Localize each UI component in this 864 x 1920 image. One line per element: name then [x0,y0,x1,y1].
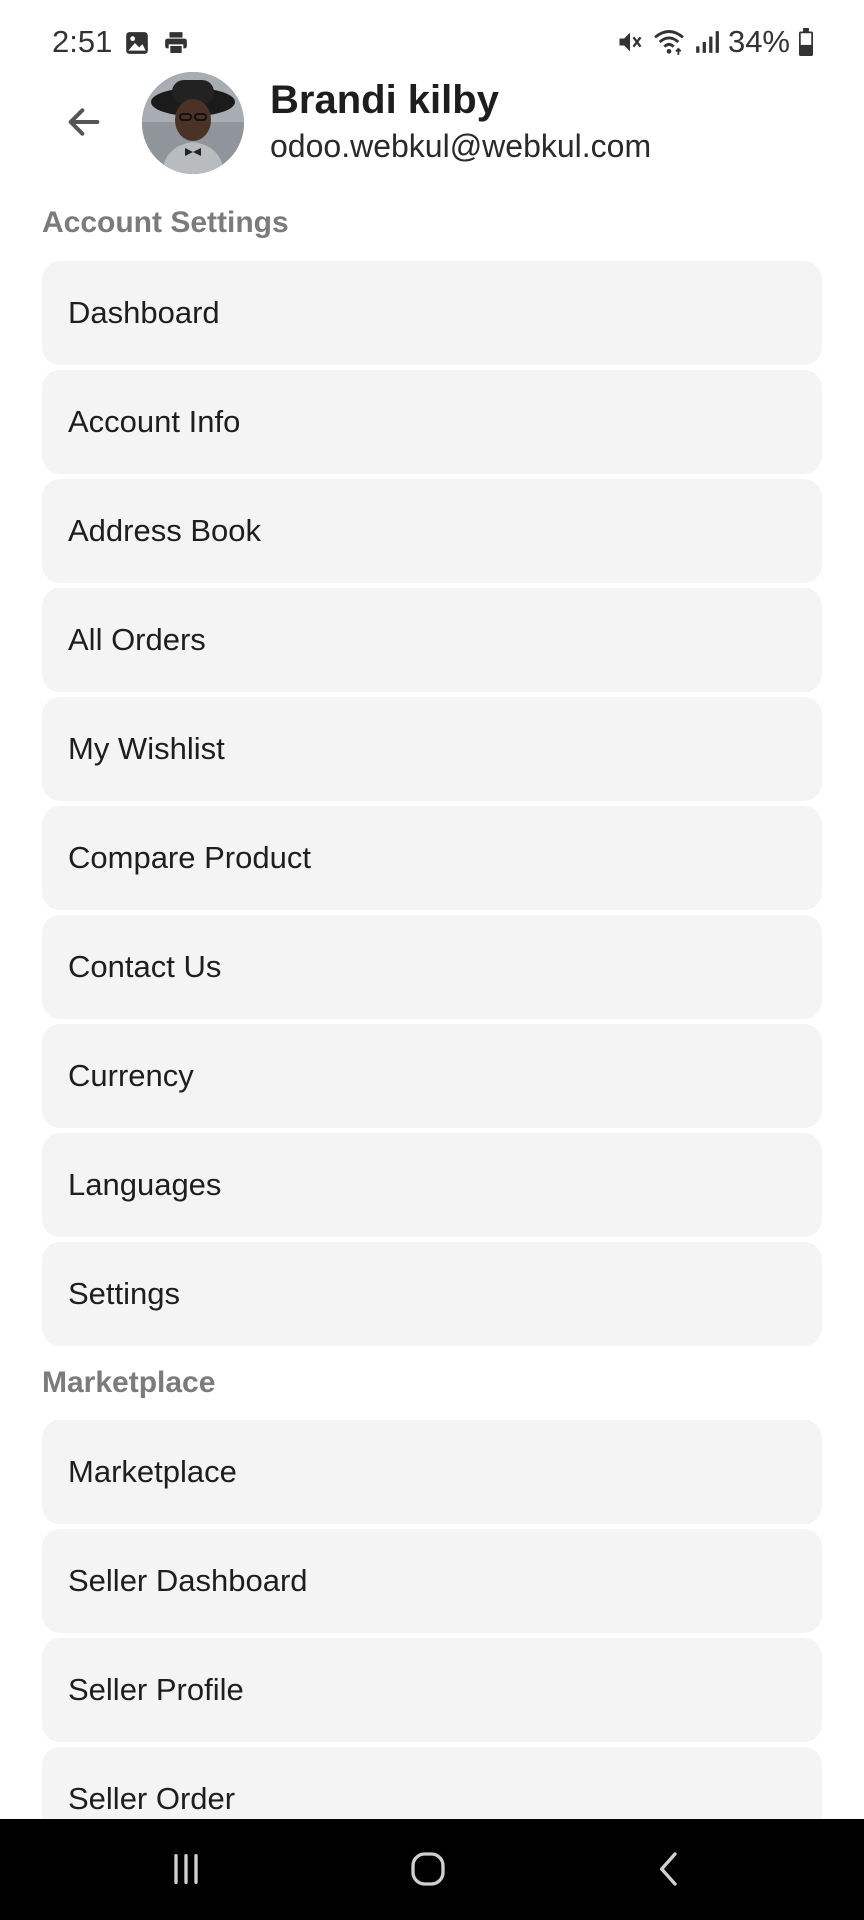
section-title-account-settings: Account Settings [42,206,289,239]
print-icon [162,30,190,61]
home-icon [408,1849,448,1894]
menu-item-dashboard[interactable]: Dashboard [42,261,822,365]
mute-icon [616,28,644,56]
wifi-icon [652,28,686,56]
menu-item-settings[interactable]: Settings [42,1242,822,1346]
status-notification-icons [124,30,190,61]
menu-item-seller-profile[interactable]: Seller Profile [42,1638,822,1742]
menu-item-marketplace[interactable]: Marketplace [42,1420,822,1524]
menu-item-address-book[interactable]: Address Book [42,479,822,583]
menu-item-currency[interactable]: Currency [42,1024,822,1128]
menu-item-all-orders[interactable]: All Orders [42,588,822,692]
image-icon [124,30,150,61]
status-time: 2:51 [52,24,113,59]
menu-item-compare-product[interactable]: Compare Product [42,806,822,910]
battery-text: 34% [727,24,790,59]
account-settings-list: Dashboard Account Info Address Book All … [42,261,822,1351]
recents-button[interactable] [156,1841,216,1901]
section-title-marketplace: Marketplace [42,1366,216,1399]
menu-item-languages[interactable]: Languages [42,1133,822,1237]
user-email: odoo.webkul@webkul.com [270,128,652,164]
arrow-left-icon [64,102,104,147]
battery-icon [798,28,814,56]
system-nav-bar [0,1819,864,1920]
profile-header: Brandi kilby odoo.webkul@webkul.com [0,70,864,180]
status-system-icons: 34% [616,24,814,60]
account-screen: 2:51 34% Brandi kilby odoo.webkul@webkul… [0,0,864,1920]
back-button[interactable] [60,100,108,148]
back-icon [650,1849,690,1894]
menu-item-contact-us[interactable]: Contact Us [42,915,822,1019]
nav-back-button[interactable] [640,1841,700,1901]
menu-item-seller-dashboard[interactable]: Seller Dashboard [42,1529,822,1633]
user-name: Brandi kilby [270,78,499,122]
menu-item-account-info[interactable]: Account Info [42,370,822,474]
signal-icon [694,29,720,55]
recents-icon [166,1849,206,1894]
menu-item-my-wishlist[interactable]: My Wishlist [42,697,822,801]
avatar [142,72,244,174]
marketplace-list: Marketplace Seller Dashboard Seller Prof… [42,1420,822,1856]
home-button[interactable] [398,1841,458,1901]
